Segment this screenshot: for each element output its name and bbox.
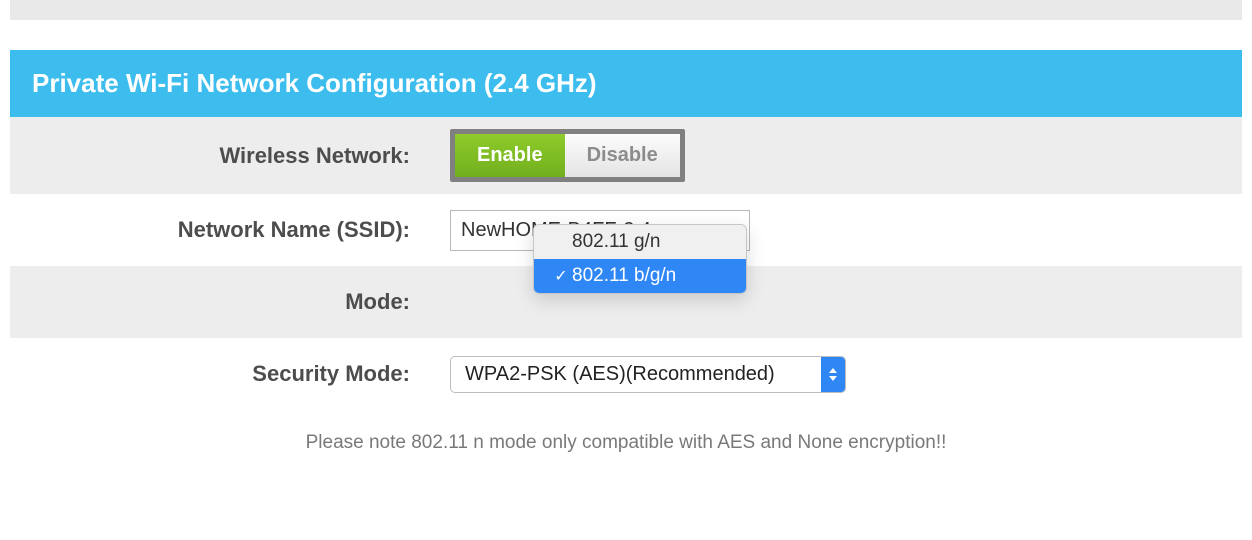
security-select[interactable]: WPA2-PSK (AES)(Recommended) xyxy=(450,356,846,393)
check-icon: ✓ xyxy=(550,266,572,286)
chevron-updown-icon xyxy=(821,357,845,392)
row-mode: Mode: 802.11 g/n ✓ 802.11 b/g/n xyxy=(10,266,1242,338)
mode-option-bgn[interactable]: ✓ 802.11 b/g/n xyxy=(534,259,746,293)
panel-title: Private Wi-Fi Network Configuration (2.4… xyxy=(10,50,1242,117)
control-wireless: Enable Disable xyxy=(450,129,1222,182)
row-wireless: Wireless Network: Enable Disable xyxy=(10,117,1242,194)
wireless-toggle: Enable Disable xyxy=(450,129,685,182)
label-wireless: Wireless Network: xyxy=(30,143,450,169)
disable-button[interactable]: Disable xyxy=(565,134,680,177)
compatibility-note: Please note 802.11 n mode only compatibl… xyxy=(10,410,1242,484)
security-select-value: WPA2-PSK (AES)(Recommended) xyxy=(451,357,821,392)
mode-option-label: 802.11 b/g/n xyxy=(572,265,746,287)
row-security: Security Mode: WPA2-PSK (AES)(Recommende… xyxy=(10,338,1242,410)
mode-option-gn[interactable]: 802.11 g/n xyxy=(534,225,746,259)
mode-option-label: 802.11 g/n xyxy=(550,231,746,253)
enable-button[interactable]: Enable xyxy=(455,134,565,177)
config-panel: Private Wi-Fi Network Configuration (2.4… xyxy=(10,50,1242,484)
label-security: Security Mode: xyxy=(30,361,450,387)
label-ssid: Network Name (SSID): xyxy=(30,217,450,243)
mode-dropdown[interactable]: 802.11 g/n ✓ 802.11 b/g/n xyxy=(533,224,747,294)
top-strip xyxy=(10,0,1242,20)
label-mode: Mode: xyxy=(30,289,450,315)
control-security: WPA2-PSK (AES)(Recommended) xyxy=(450,356,1222,393)
